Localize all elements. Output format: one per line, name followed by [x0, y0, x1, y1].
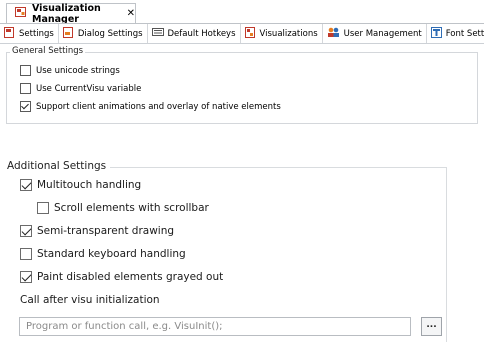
tab-label: Font Setting — [445, 28, 484, 39]
option-label: Multitouch handling — [37, 179, 142, 191]
users-icon — [327, 27, 340, 41]
tab-label: Settings — [19, 28, 54, 39]
keyboard-icon — [151, 27, 164, 40]
option-label: Support client animations and overlay of… — [36, 101, 281, 112]
checkbox[interactable] — [37, 202, 49, 214]
document-tab-visualization-manager[interactable]: Visualization Manager ✕ — [6, 2, 136, 25]
option-label: Use unicode strings — [36, 65, 120, 76]
call-after-init-input[interactable] — [19, 317, 411, 336]
use-unicode-strings-option[interactable]: Use unicode strings — [20, 65, 120, 76]
checkbox[interactable] — [20, 83, 31, 94]
checkbox-checked[interactable] — [20, 101, 31, 112]
document-tab-title: Visualization Manager — [32, 2, 101, 25]
checkbox-checked[interactable] — [20, 271, 32, 283]
tab-font-settings[interactable]: Font Setting — [427, 24, 484, 43]
call-after-init-label: Call after visu initialization — [20, 294, 160, 306]
tab-label: Default Hotkeys — [167, 28, 236, 39]
visu-manager-icon — [15, 6, 27, 21]
settings-tab-strip: Settings Dialog Settings Default Hotkeys… — [0, 24, 484, 44]
option-label: Semi-transparent drawing — [37, 225, 175, 237]
general-settings-legend: General Settings — [10, 46, 86, 56]
standard-keyboard-handling-option[interactable]: Standard keyboard handling — [20, 248, 186, 260]
tab-settings[interactable]: Settings — [0, 24, 59, 43]
checkbox[interactable] — [20, 65, 31, 76]
scroll-elements-with-scrollbar-option[interactable]: Scroll elements with scrollbar — [37, 202, 209, 214]
tab-visualizations[interactable]: Visualizations — [241, 24, 323, 43]
use-currentvisu-variable-option[interactable]: Use CurrentVisu variable — [20, 83, 141, 94]
checkbox-checked[interactable] — [20, 179, 32, 191]
additional-settings-frame-right — [446, 167, 447, 342]
option-label: Standard keyboard handling — [37, 248, 186, 260]
option-label: Scroll elements with scrollbar — [54, 202, 209, 214]
close-icon[interactable]: ✕ — [127, 8, 135, 19]
paint-disabled-grayed-out-option[interactable]: Paint disabled elements grayed out — [20, 271, 223, 283]
option-label: Use CurrentVisu variable — [36, 83, 142, 94]
tab-dialog-settings[interactable]: Dialog Settings — [59, 24, 148, 43]
option-label: Paint disabled elements grayed out — [37, 271, 224, 283]
tab-label: Visualizations — [259, 28, 318, 39]
browse-button[interactable]: ... — [421, 317, 442, 336]
settings-doc-icon — [4, 26, 15, 41]
tab-label: User Management — [343, 28, 422, 39]
checkbox-checked[interactable] — [20, 225, 32, 237]
font-icon — [430, 26, 442, 41]
checkbox[interactable] — [20, 248, 32, 260]
dialog-icon — [62, 26, 74, 41]
multitouch-handling-option[interactable]: Multitouch handling — [20, 179, 141, 191]
additional-settings-legend: Additional Settings — [7, 160, 111, 172]
tab-user-management[interactable]: User Management — [323, 24, 427, 43]
top-screenshot-panel: Visualization Manager ✕ Settings Dialog … — [0, 0, 484, 132]
support-client-animations-option[interactable]: Support client animations and overlay of… — [20, 101, 281, 112]
tab-default-hotkeys[interactable]: Default Hotkeys — [148, 24, 241, 43]
visu-icon — [244, 26, 256, 41]
semi-transparent-drawing-option[interactable]: Semi-transparent drawing — [20, 225, 174, 237]
tab-label: Dialog Settings — [77, 28, 143, 39]
